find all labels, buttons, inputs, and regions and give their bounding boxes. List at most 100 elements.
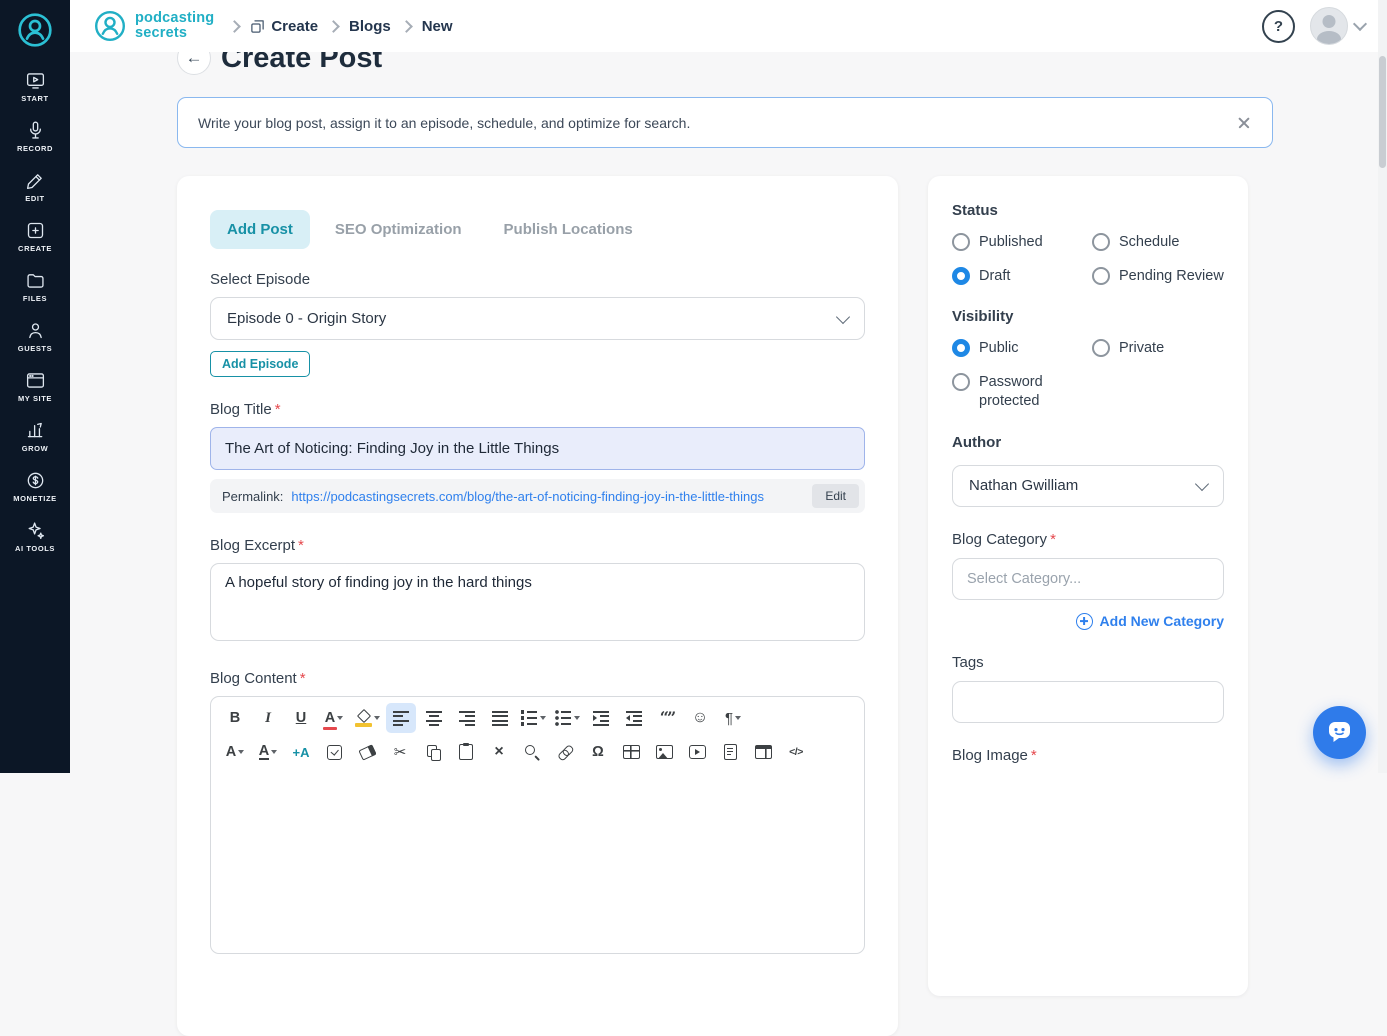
tags-input[interactable] bbox=[952, 681, 1224, 723]
blog-excerpt-textarea[interactable]: A hopeful story of finding joy in the ha… bbox=[210, 563, 865, 641]
toolbar-button[interactable]: I bbox=[253, 703, 283, 733]
tab-label: Publish Locations bbox=[504, 221, 633, 238]
account-menu[interactable] bbox=[1310, 7, 1365, 45]
sidebar-item-record[interactable]: RECORD bbox=[0, 112, 70, 162]
toolbar-button[interactable]: A bbox=[319, 703, 349, 733]
permalink-url[interactable]: https://podcastingsecrets.com/blog/the-a… bbox=[291, 489, 804, 504]
permalink-edit-button[interactable]: Edit bbox=[812, 484, 859, 508]
sidebar-item-monetize[interactable]: MONETIZE bbox=[0, 462, 70, 512]
toolbar-button[interactable] bbox=[352, 737, 382, 767]
sidebar-item-ai-tools[interactable]: AI TOOLS bbox=[0, 512, 70, 562]
scrollbar-track[interactable] bbox=[1378, 0, 1387, 773]
visibility-option-password-protected[interactable]: Password protected bbox=[952, 373, 1084, 412]
breadcrumb-label: Blogs bbox=[349, 18, 391, 35]
add-new-category-link[interactable]: Add New Category bbox=[952, 613, 1224, 630]
toolbar-button[interactable] bbox=[517, 737, 547, 767]
sidebar-item-label: CREATE bbox=[18, 244, 52, 253]
blog-category-label: Blog Category* bbox=[952, 531, 1224, 548]
toolbar-button[interactable] bbox=[616, 737, 646, 767]
toolbar-button[interactable] bbox=[418, 737, 448, 767]
toolbar-button[interactable] bbox=[518, 703, 549, 733]
toolbar-button[interactable] bbox=[452, 703, 482, 733]
blog-title-input[interactable] bbox=[210, 427, 865, 470]
toolbar-button[interactable]: ☺ bbox=[685, 703, 715, 733]
episode-select[interactable]: Episode 0 - Origin Story bbox=[210, 297, 865, 340]
toolbar-button[interactable]: +A bbox=[286, 737, 316, 767]
ai-tools-icon bbox=[25, 520, 46, 541]
visibility-option-public[interactable]: Public bbox=[952, 339, 1084, 359]
visibility-option-private[interactable]: Private bbox=[1092, 339, 1224, 359]
toolbar-button[interactable] bbox=[319, 737, 349, 767]
breadcrumb-new[interactable]: New bbox=[422, 18, 453, 35]
tab-seo-optimization[interactable]: SEO Optimization bbox=[318, 210, 479, 249]
toolbar-button[interactable] bbox=[552, 703, 583, 733]
bold-icon: B bbox=[230, 711, 240, 726]
author-heading: Author bbox=[952, 434, 1224, 451]
sidebar-item-files[interactable]: FILES bbox=[0, 262, 70, 312]
sidebar-item-edit[interactable]: EDIT bbox=[0, 162, 70, 212]
help-button[interactable]: ? bbox=[1262, 10, 1295, 43]
toolbar-button[interactable] bbox=[485, 703, 515, 733]
breadcrumb-blogs[interactable]: Blogs bbox=[349, 18, 391, 35]
chevron-down-icon bbox=[337, 716, 343, 720]
toolbar-button[interactable] bbox=[649, 737, 679, 767]
toolbar-button[interactable]: A bbox=[253, 737, 283, 767]
toolbar-button[interactable] bbox=[715, 737, 745, 767]
sidebar-item-create[interactable]: CREATE bbox=[0, 212, 70, 262]
close-icon[interactable] bbox=[1236, 115, 1252, 131]
radio-icon bbox=[1092, 233, 1110, 251]
sidebar-item-my-site[interactable]: MY SITE bbox=[0, 362, 70, 412]
toolbar-button[interactable]: ¶ bbox=[718, 703, 748, 733]
toolbar-button[interactable]: </> bbox=[781, 737, 811, 767]
add-episode-button[interactable]: Add Episode bbox=[210, 351, 310, 377]
status-option-schedule[interactable]: Schedule bbox=[1092, 233, 1224, 253]
toolbar-button[interactable] bbox=[419, 703, 449, 733]
radio-option-label: Published bbox=[979, 233, 1043, 253]
toolbar-button[interactable] bbox=[586, 703, 616, 733]
toolbar-button[interactable]: A bbox=[220, 737, 250, 767]
paragraph-icon: ¶ bbox=[725, 711, 733, 726]
chevron-down-icon bbox=[1353, 17, 1367, 31]
toolbar-button[interactable]: U bbox=[286, 703, 316, 733]
add-text-icon: +A bbox=[293, 746, 310, 759]
font-size-icon: A bbox=[226, 745, 236, 760]
sidebar-item-start[interactable]: START bbox=[0, 62, 70, 112]
file-icon bbox=[724, 744, 737, 760]
toolbar-button[interactable] bbox=[352, 703, 383, 733]
chat-widget-button[interactable] bbox=[1313, 706, 1366, 759]
status-option-published[interactable]: Published bbox=[952, 233, 1084, 253]
brand-logo[interactable]: podcasting secrets bbox=[92, 8, 214, 44]
toolbar-button[interactable] bbox=[682, 737, 712, 767]
radio-option-label: Schedule bbox=[1119, 233, 1179, 253]
breadcrumb-create[interactable]: Create bbox=[250, 18, 318, 35]
toolbar-button[interactable] bbox=[386, 703, 416, 733]
sidebar-item-guests[interactable]: GUESTS bbox=[0, 312, 70, 362]
monetize-icon bbox=[25, 470, 46, 491]
toolbar-button[interactable]: × bbox=[484, 737, 514, 767]
toolbar-button[interactable] bbox=[451, 737, 481, 767]
sidebar-item-label: START bbox=[21, 94, 48, 103]
tab-add-post[interactable]: Add Post bbox=[210, 210, 310, 249]
blog-category-input[interactable] bbox=[952, 558, 1224, 600]
chevron-down-icon bbox=[735, 716, 741, 720]
sidebar-item-grow[interactable]: GROW bbox=[0, 412, 70, 462]
visibility-options: Public Private Password protected bbox=[952, 339, 1224, 412]
toolbar-button[interactable]: Ω bbox=[583, 737, 613, 767]
brand-name-line1: podcasting bbox=[135, 11, 214, 26]
sidebar-item-label: EDIT bbox=[25, 194, 44, 203]
cut-icon: ✂ bbox=[394, 745, 407, 760]
status-option-draft[interactable]: Draft bbox=[952, 267, 1084, 287]
brand-logo-icon[interactable] bbox=[13, 8, 57, 52]
author-select[interactable]: Nathan Gwilliam bbox=[952, 465, 1224, 507]
toolbar-button[interactable]: “” bbox=[652, 703, 682, 733]
toolbar-button[interactable] bbox=[550, 737, 580, 767]
toolbar-button[interactable]: ✂ bbox=[385, 737, 415, 767]
toolbar-button[interactable]: B bbox=[220, 703, 250, 733]
editor-content-area[interactable] bbox=[211, 773, 864, 953]
status-option-pending-review[interactable]: Pending Review bbox=[1092, 267, 1224, 287]
toolbar-button[interactable] bbox=[748, 737, 778, 767]
tab-publish-locations[interactable]: Publish Locations bbox=[487, 210, 650, 249]
guests-icon bbox=[25, 320, 46, 341]
scrollbar-thumb[interactable] bbox=[1379, 56, 1386, 168]
toolbar-button[interactable] bbox=[619, 703, 649, 733]
